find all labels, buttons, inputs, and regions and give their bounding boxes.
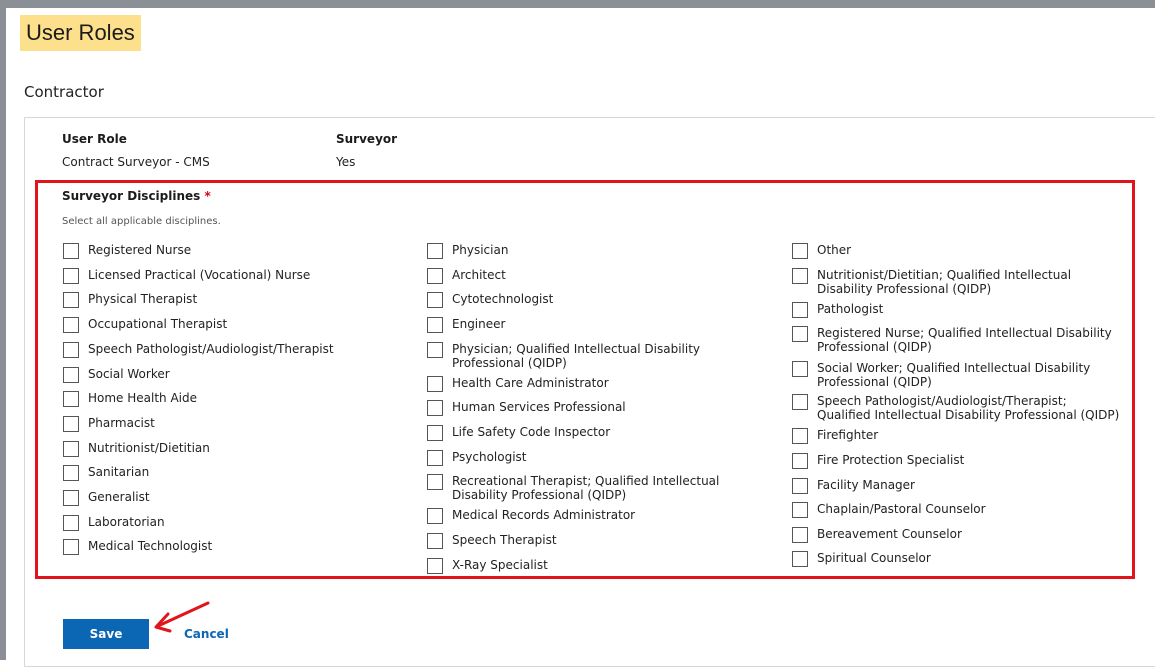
- discipline-checkbox[interactable]: [792, 551, 808, 567]
- discipline-checkbox[interactable]: [792, 527, 808, 543]
- section-title: Contractor: [24, 83, 104, 101]
- window-top-border: [0, 0, 1155, 8]
- discipline-checkbox[interactable]: [792, 394, 808, 410]
- discipline-checkbox[interactable]: [792, 453, 808, 469]
- save-button[interactable]: Save: [63, 619, 149, 649]
- discipline-label: Occupational Therapist: [88, 317, 228, 331]
- discipline-checkbox[interactable]: [63, 243, 79, 259]
- discipline-checkbox[interactable]: [63, 367, 79, 383]
- discipline-checkbox[interactable]: [792, 502, 808, 518]
- discipline-checkbox[interactable]: [427, 317, 443, 333]
- discipline-label: Fire Protection Specialist: [817, 453, 965, 467]
- discipline-label: Home Health Aide: [88, 391, 198, 405]
- discipline-label: Speech Pathologist/Audiologist/Therapist…: [817, 394, 1120, 422]
- discipline-checkbox[interactable]: [792, 428, 808, 444]
- discipline-label: Medical Technologist: [88, 539, 213, 553]
- discipline-checkbox[interactable]: [63, 342, 79, 358]
- discipline-checkbox[interactable]: [63, 515, 79, 531]
- discipline-checkbox[interactable]: [427, 376, 443, 392]
- discipline-checkbox[interactable]: [792, 478, 808, 494]
- discipline-label: Facility Manager: [817, 478, 915, 492]
- discipline-checkbox[interactable]: [792, 361, 808, 377]
- discipline-label: Sanitarian: [88, 465, 150, 479]
- discipline-label: Recreational Therapist; Qualified Intell…: [452, 474, 720, 502]
- discipline-label: Bereavement Counselor: [817, 527, 962, 541]
- discipline-label: Speech Therapist: [452, 533, 557, 547]
- discipline-checkbox[interactable]: [63, 317, 79, 333]
- discipline-checkbox[interactable]: [427, 508, 443, 524]
- discipline-checkbox[interactable]: [792, 326, 808, 342]
- discipline-checkbox[interactable]: [63, 416, 79, 432]
- annotation-arrow: [154, 601, 210, 633]
- discipline-checkbox[interactable]: [792, 268, 808, 284]
- discipline-checkbox[interactable]: [427, 450, 443, 466]
- discipline-checkbox[interactable]: [63, 268, 79, 284]
- discipline-checkbox[interactable]: [63, 465, 79, 481]
- discipline-label: Engineer: [452, 317, 506, 331]
- discipline-checkbox[interactable]: [792, 302, 808, 318]
- user-role-value: Contract Surveyor - CMS: [62, 155, 210, 169]
- discipline-label: Pathologist: [817, 302, 884, 316]
- discipline-checkbox[interactable]: [427, 474, 443, 490]
- discipline-checkbox[interactable]: [63, 490, 79, 506]
- required-marker: *: [204, 189, 211, 203]
- discipline-label: Speech Pathologist/Audiologist/Therapist: [88, 342, 334, 356]
- disciplines-title-text: Surveyor Disciplines: [62, 189, 201, 203]
- discipline-label: Other: [817, 243, 852, 257]
- discipline-label: Architect: [452, 268, 506, 282]
- discipline-label: Physician; Qualified Intellectual Disabi…: [452, 342, 701, 370]
- disciplines-title: Surveyor Disciplines *: [62, 189, 211, 203]
- discipline-checkbox[interactable]: [427, 243, 443, 259]
- discipline-label: Nutritionist/Dietitian; Qualified Intell…: [817, 268, 1072, 296]
- discipline-label: Registered Nurse: [88, 243, 192, 257]
- discipline-label: Laboratorian: [88, 515, 165, 529]
- discipline-label: Physical Therapist: [88, 292, 198, 306]
- discipline-checkbox[interactable]: [427, 268, 443, 284]
- discipline-label: Human Services Professional: [452, 400, 626, 414]
- discipline-label: Spiritual Counselor: [817, 551, 931, 565]
- page-title: User Roles: [20, 15, 141, 51]
- window-left-border: [0, 0, 6, 660]
- user-role-label: User Role: [62, 132, 127, 146]
- discipline-checkbox[interactable]: [427, 342, 443, 358]
- discipline-label: Social Worker: [88, 367, 170, 381]
- discipline-checkbox[interactable]: [427, 533, 443, 549]
- discipline-label: X-Ray Specialist: [452, 558, 548, 572]
- discipline-label: Registered Nurse; Qualified Intellectual…: [817, 326, 1112, 354]
- discipline-checkbox[interactable]: [63, 292, 79, 308]
- discipline-label: Chaplain/Pastoral Counselor: [817, 502, 986, 516]
- discipline-label: Health Care Administrator: [452, 376, 609, 390]
- discipline-label: Cytotechnologist: [452, 292, 554, 306]
- discipline-label: Licensed Practical (Vocational) Nurse: [88, 268, 311, 282]
- discipline-label: Generalist: [88, 490, 150, 504]
- disciplines-hint: Select all applicable disciplines.: [62, 216, 221, 227]
- discipline-checkbox[interactable]: [427, 558, 443, 574]
- discipline-label: Physician: [452, 243, 509, 257]
- discipline-label: Psychologist: [452, 450, 527, 464]
- discipline-checkbox[interactable]: [427, 425, 443, 441]
- discipline-checkbox[interactable]: [427, 292, 443, 308]
- discipline-checkbox[interactable]: [792, 243, 808, 259]
- discipline-checkbox[interactable]: [427, 400, 443, 416]
- surveyor-value: Yes: [336, 155, 356, 169]
- discipline-label: Social Worker; Qualified Intellectual Di…: [817, 361, 1091, 389]
- discipline-label: Life Safety Code Inspector: [452, 425, 611, 439]
- discipline-label: Pharmacist: [88, 416, 155, 430]
- discipline-label: Nutritionist/Dietitian: [88, 441, 210, 455]
- discipline-checkbox[interactable]: [63, 441, 79, 457]
- discipline-label: Medical Records Administrator: [452, 508, 636, 522]
- discipline-checkbox[interactable]: [63, 391, 79, 407]
- surveyor-label: Surveyor: [336, 132, 398, 146]
- discipline-label: Firefighter: [817, 428, 879, 442]
- discipline-checkbox[interactable]: [63, 539, 79, 555]
